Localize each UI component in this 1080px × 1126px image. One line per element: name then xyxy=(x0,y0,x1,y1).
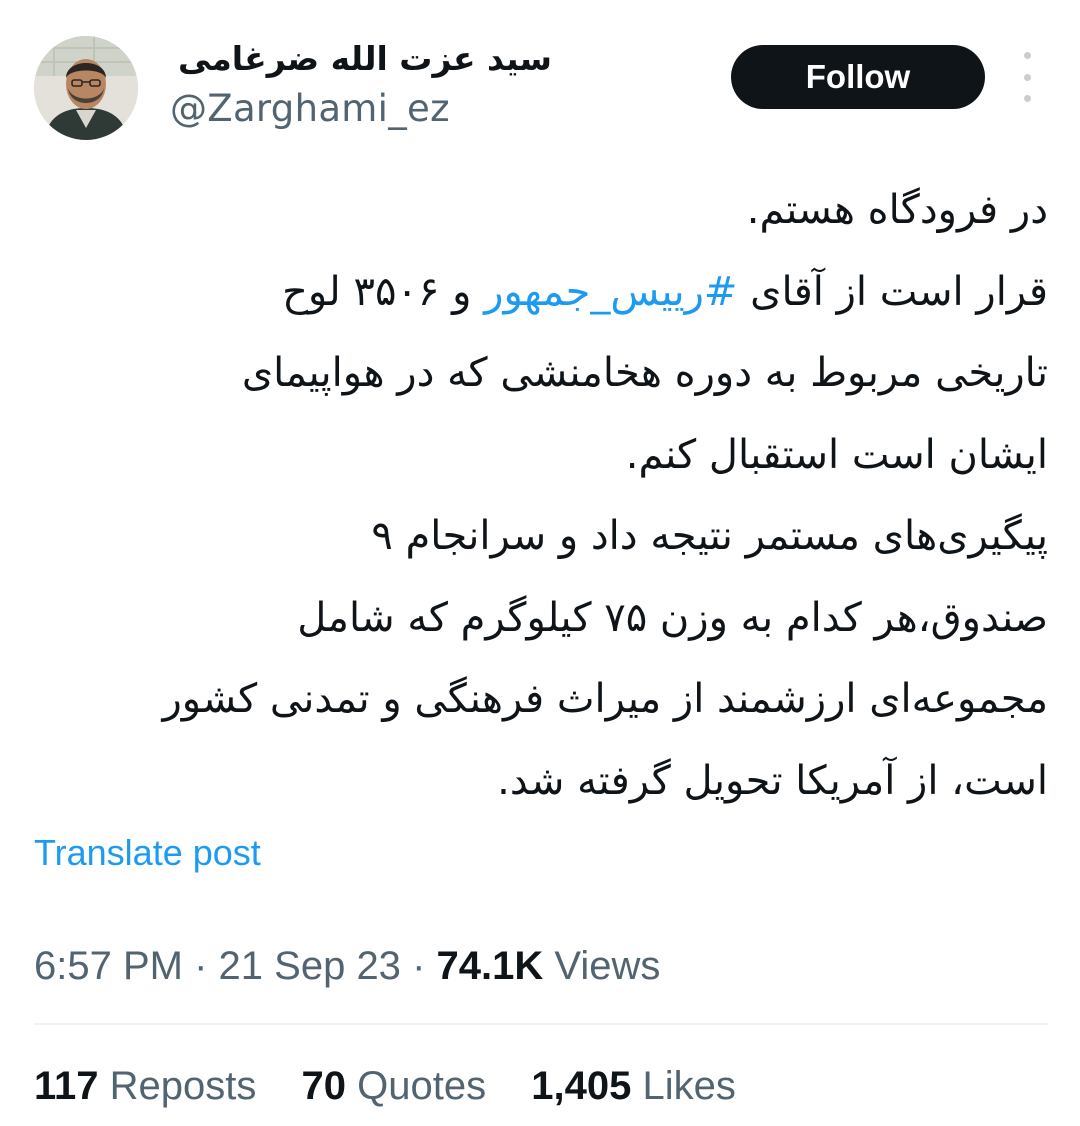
reposts-label: Reposts xyxy=(109,1064,257,1108)
avatar-image xyxy=(34,36,138,140)
engagement-stats: 117 Reposts 70 Quotes 1,405 Likes xyxy=(34,1058,770,1114)
quotes-label: Quotes xyxy=(357,1064,487,1108)
more-vertical-icon[interactable] xyxy=(1012,52,1042,102)
views-label: Views xyxy=(554,944,661,988)
display-name[interactable]: سید عزت الله ضرغامی xyxy=(170,36,552,82)
tweet-date[interactable]: 21 Sep 23 xyxy=(219,944,401,988)
tweet-text-segment: قرار است از آقای xyxy=(737,268,1048,315)
quotes-stat[interactable]: 70 Quotes xyxy=(302,1058,487,1114)
divider xyxy=(34,1023,1048,1025)
tweet-text-segment: و ۳۵۰۶ لوح xyxy=(282,268,485,315)
meta-separator: · xyxy=(194,944,208,988)
translate-post-link[interactable]: Translate post xyxy=(34,828,261,878)
follow-button[interactable]: Follow xyxy=(731,45,985,109)
tweet-line: است، از آمریکا تحویل گرفته شد. xyxy=(497,757,1048,804)
meta-separator: · xyxy=(412,944,426,988)
tweet-line: مجموعه‌ای ارزشمند از میراث فرهنگی و تمدن… xyxy=(162,676,1048,722)
tweet-line: قرار است از آقای #رییس_جمهور و ۳۵۰۶ لوح xyxy=(30,252,1048,334)
tweet-line: در فرودگاه هستم. xyxy=(746,187,1048,233)
tweet-line: تاریخی مربوط به دوره هخامنشی که در هواپی… xyxy=(241,350,1048,396)
author-block: سید عزت الله ضرغامی @Zarghami_ez xyxy=(170,36,560,134)
likes-stat[interactable]: 1,405 Likes xyxy=(531,1058,736,1114)
likes-count: 1,405 xyxy=(531,1064,632,1108)
more-dot xyxy=(1023,52,1031,59)
avatar[interactable] xyxy=(34,36,138,140)
views-count: 74.1K xyxy=(436,944,544,988)
tweet-header: سید عزت الله ضرغامی @Zarghami_ez Follow xyxy=(0,0,1080,150)
hashtag-link[interactable]: #رییس_جمهور xyxy=(484,269,737,315)
more-dot xyxy=(1023,73,1031,81)
quotes-count: 70 xyxy=(301,1064,347,1108)
user-handle[interactable]: @Zarghami_ez xyxy=(170,84,560,134)
more-dot xyxy=(1023,95,1031,102)
tweet-line: ایشان است استقبال کنم. xyxy=(625,431,1048,478)
tweet-line: صندوق،هر کدام به وزن ۷۵ کیلوگرم که شامل xyxy=(297,594,1048,641)
tweet-line: پیگیری‌های مستمر نتیجه داد و سرانجام ۹ xyxy=(371,513,1048,559)
tweet-meta: 6:57 PM · 21 Sep 23 · 74.1K Views xyxy=(34,938,660,994)
reposts-stat[interactable]: 117 Reposts xyxy=(34,1058,256,1114)
tweet-text: در فرودگاه هستم. قرار است از آقای #رییس_… xyxy=(30,170,1048,822)
likes-label: Likes xyxy=(642,1064,736,1108)
reposts-count: 117 xyxy=(34,1064,99,1108)
tweet-time[interactable]: 6:57 PM xyxy=(34,944,183,988)
